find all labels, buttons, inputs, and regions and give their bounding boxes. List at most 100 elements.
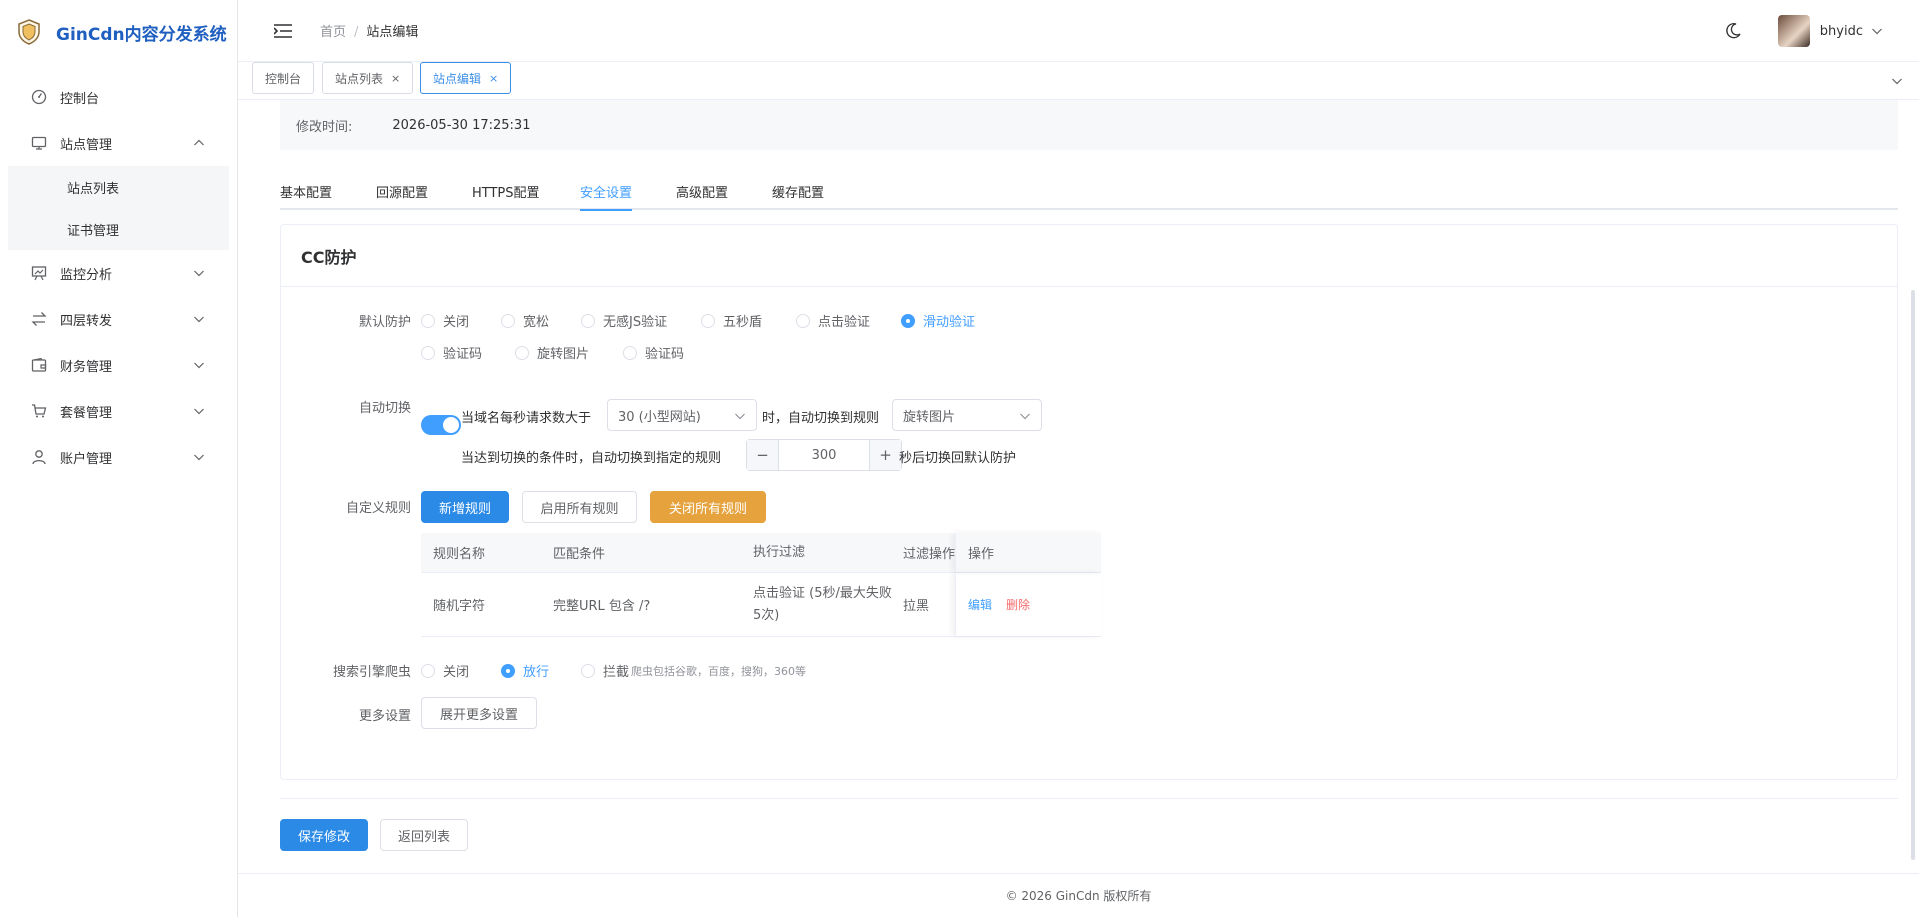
radio-loose[interactable]: 宽松: [501, 311, 549, 330]
tag-close-icon[interactable]: ×: [489, 72, 498, 85]
table-row: 随机字符 完整URL 包含 /? 点击验证 (5秒/最大失败5次) 拉黑 编辑 …: [421, 573, 1101, 637]
tab-security[interactable]: 安全设置: [580, 182, 633, 211]
radio-label: 验证码: [443, 347, 483, 362]
username[interactable]: bhyidc: [1820, 24, 1863, 39]
breadcrumb: 首页 / 站点编辑: [320, 21, 418, 40]
sidebar-item-label: 站点管理: [60, 137, 113, 153]
table-header: 规则名称 匹配条件 执行过滤 过滤操作 操作: [421, 533, 1101, 573]
radio-captcha-2[interactable]: 验证码: [623, 343, 684, 362]
menu-fold-icon[interactable]: [274, 23, 292, 38]
default-protect-label: 默认防护: [358, 315, 411, 330]
back-to-list-button[interactable]: 返回列表: [380, 819, 468, 851]
sidebar-item-dashboard[interactable]: 控制台: [0, 74, 237, 120]
radio-label: 放行: [523, 665, 550, 680]
radio-label: 拦截: [603, 665, 630, 680]
radio-dot: [623, 345, 637, 360]
radio-rotate-image[interactable]: 旋转图片: [515, 343, 589, 362]
auto-switch-label: 自动切换: [358, 401, 411, 416]
sidebar-item-certificates[interactable]: 证书管理: [8, 208, 229, 250]
radio-label: 宽松: [523, 315, 550, 330]
disable-all-rules-button[interactable]: 关闭所有规则: [650, 491, 766, 523]
top-header: 首页 / 站点编辑 bhyidc: [238, 0, 1919, 62]
stepper-decrease-button[interactable]: −: [747, 440, 779, 470]
radio-dot: [796, 313, 810, 328]
radio-dot: [901, 313, 915, 328]
sidebar-item-label: 套餐管理: [60, 405, 113, 421]
auto-switch-text3: 当达到切换的条件时，自动切换到指定的规则: [461, 451, 722, 466]
radio-crawler-block[interactable]: 拦截 爬虫包括谷歌，百度，搜狗，360等: [581, 661, 806, 680]
delete-rule-link[interactable]: 删除: [1006, 596, 1030, 613]
sidebar-item-packages[interactable]: 套餐管理: [0, 388, 237, 434]
chevron-down-icon[interactable]: [1891, 75, 1903, 87]
tag-label: 控制台: [265, 71, 302, 86]
radio-label: 无感JS验证: [603, 315, 668, 330]
stepper-value[interactable]: 300: [779, 440, 869, 470]
expand-more-settings-button[interactable]: 展开更多设置: [421, 697, 537, 729]
add-rule-button[interactable]: 新增规则: [421, 491, 509, 523]
save-button[interactable]: 保存修改: [280, 819, 368, 851]
cell-match: 完整URL 包含 /?: [553, 599, 651, 614]
header-right: bhyidc: [1724, 0, 1919, 62]
wallet-icon: [30, 356, 48, 374]
radio-dot: [421, 313, 435, 328]
tag-site-edit[interactable]: 站点编辑 ×: [420, 62, 512, 94]
col-header-ops: 操作: [955, 533, 1101, 572]
threshold-select[interactable]: 30 (小型网站): [607, 399, 757, 431]
radio-dot: [701, 313, 715, 328]
radio-crawler-allow[interactable]: 放行: [501, 661, 549, 680]
avatar[interactable]: [1777, 15, 1810, 47]
modified-time-value: 2026-05-30 17:25:31: [392, 117, 531, 133]
chevron-down-icon: [194, 362, 204, 369]
switch-rule-select[interactable]: 旋转图片: [892, 399, 1042, 431]
radio-off[interactable]: 关闭: [421, 311, 469, 330]
tab-https[interactable]: HTTPS配置: [472, 182, 540, 209]
site-edit-card: 修改时间: 2026-05-30 17:25:31 基本配置 回源配置 HTTP…: [258, 100, 1904, 870]
tag-label: 站点列表: [335, 71, 384, 86]
dark-mode-moon-icon[interactable]: [1724, 22, 1742, 40]
logo[interactable]: GinCdn内容分发系统: [0, 0, 237, 64]
edit-rule-link[interactable]: 编辑: [968, 596, 992, 613]
radio-five-second-shield[interactable]: 五秒盾: [701, 311, 762, 330]
radio-js-verify[interactable]: 无感JS验证: [581, 311, 667, 330]
panel-title: CC防护: [281, 225, 1897, 287]
sidebar-item-monitoring[interactable]: 监控分析: [0, 250, 237, 296]
tab-origin[interactable]: 回源配置: [376, 182, 428, 209]
tab-advanced[interactable]: 高级配置: [676, 182, 728, 209]
sidebar-item-account[interactable]: 账户管理: [0, 434, 237, 480]
page-scrollbar[interactable]: [1911, 290, 1915, 860]
sidebar-item-finance[interactable]: 财务管理: [0, 342, 237, 388]
radio-slide-verify[interactable]: 滑动验证: [901, 311, 975, 330]
radio-crawler-off[interactable]: 关闭: [421, 661, 469, 680]
radio-dot: [421, 663, 435, 678]
cc-protection-panel: CC防护 默认防护 关闭 宽松 无感JS验证 五秒盾 点击验证 滑动验证 验证码…: [280, 224, 1898, 780]
sidebar-item-site-list[interactable]: 站点列表: [8, 166, 229, 208]
chevron-down-icon: [735, 413, 745, 420]
forward-icon: [30, 310, 48, 328]
rules-table: 规则名称 匹配条件 执行过滤 过滤操作 操作 随机字符 完整URL 包含 /? …: [421, 533, 1101, 637]
app-title: GinCdn内容分发系统: [56, 24, 227, 45]
tag-site-list[interactable]: 站点列表 ×: [322, 62, 414, 94]
tags-view-bar: 控制台 站点列表 × 站点编辑 ×: [238, 62, 1919, 100]
auto-switch-toggle[interactable]: [421, 415, 461, 435]
sidebar-item-l4-forward[interactable]: 四层转发: [0, 296, 237, 342]
footer: © 2026 GinCdn 版权所有: [238, 873, 1919, 917]
config-tabs: 基本配置 回源配置 HTTPS配置 安全设置 高级配置 缓存配置: [280, 176, 1898, 211]
shield-logo-icon: [18, 19, 40, 45]
enable-all-rules-button[interactable]: 启用所有规则: [522, 491, 637, 523]
sidebar-item-site-management[interactable]: 站点管理: [0, 120, 237, 166]
radio-label: 滑动验证: [923, 315, 976, 330]
chevron-down-icon: [1020, 413, 1030, 420]
breadcrumb-current: 站点编辑: [366, 25, 419, 40]
seconds-stepper[interactable]: − 300 +: [746, 439, 902, 471]
radio-click-verify[interactable]: 点击验证: [796, 311, 870, 330]
tag-close-icon[interactable]: ×: [391, 72, 400, 85]
cell-rule-name: 随机字符: [433, 599, 486, 614]
stepper-increase-button[interactable]: +: [869, 440, 901, 470]
radio-captcha[interactable]: 验证码: [421, 343, 482, 362]
chevron-down-icon[interactable]: [1871, 25, 1883, 37]
breadcrumb-home[interactable]: 首页: [320, 25, 346, 40]
cart-icon: [30, 402, 48, 420]
tab-basic[interactable]: 基本配置: [280, 182, 332, 209]
tab-cache[interactable]: 缓存配置: [772, 182, 824, 209]
tag-dashboard[interactable]: 控制台: [252, 62, 315, 94]
